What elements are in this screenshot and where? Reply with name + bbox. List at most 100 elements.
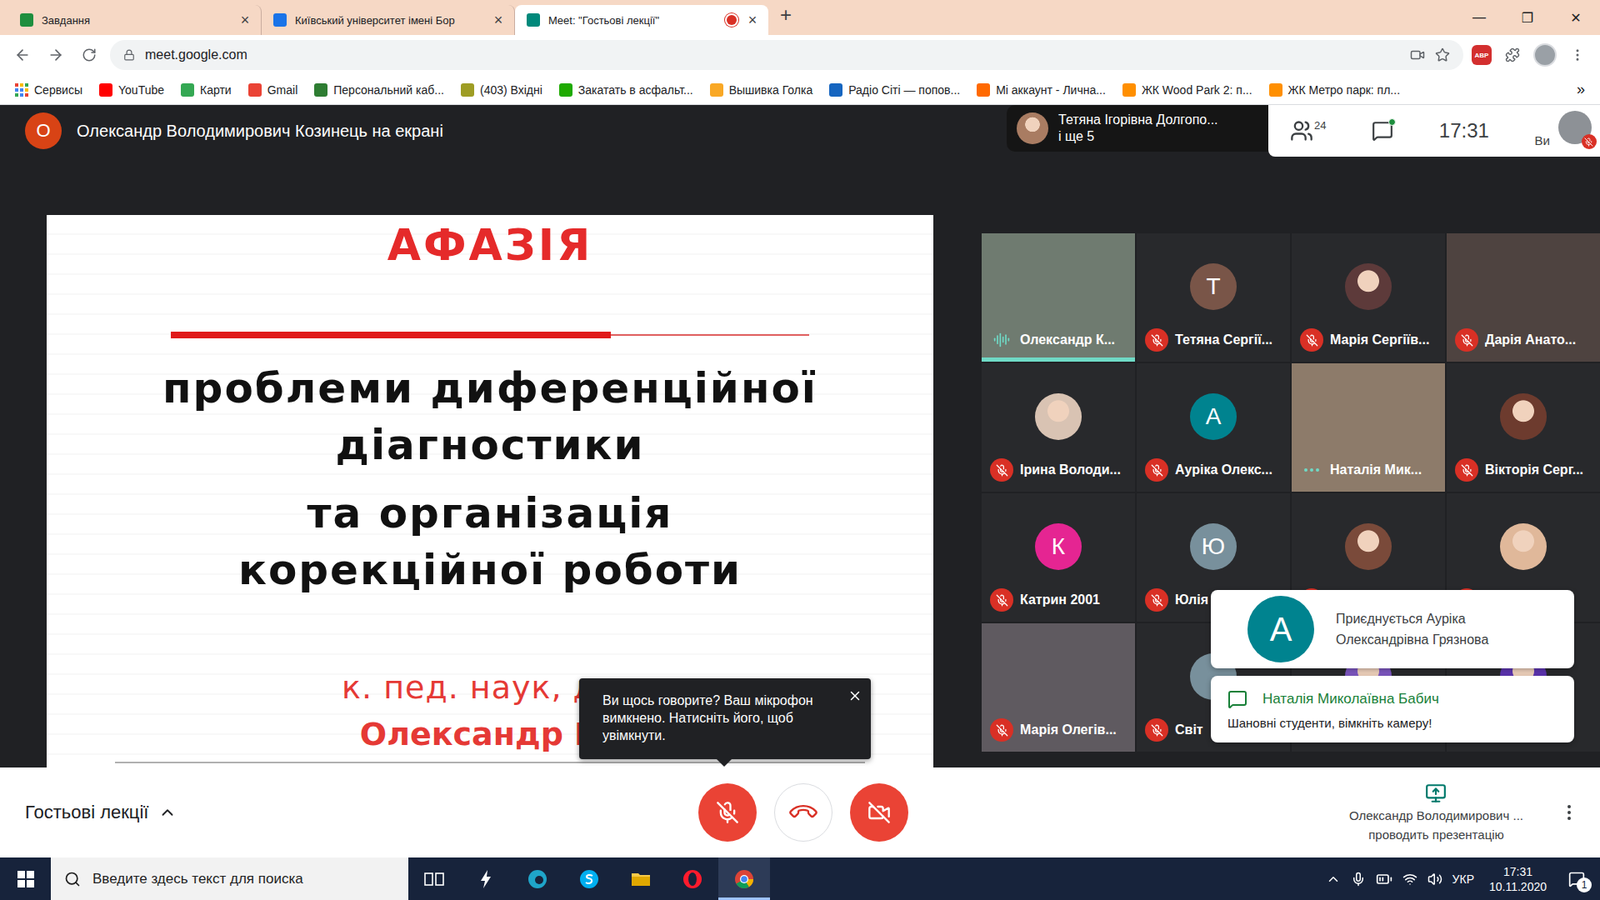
tab-favicon-icon xyxy=(20,13,34,27)
participant-tile[interactable]: Наталія Мик... xyxy=(1291,363,1445,492)
slide-text-group: проблеми диференційноїдіагностики xyxy=(162,360,818,474)
profile-avatar[interactable] xyxy=(1533,43,1557,67)
taskbar-search[interactable]: Введите здесь текст для поиска xyxy=(50,857,409,900)
browser-tab[interactable]: Київський університет імені Бор× xyxy=(261,5,515,35)
mic-button[interactable] xyxy=(698,783,757,842)
puzzle-icon xyxy=(1505,47,1520,63)
window-control-button[interactable]: ✕ xyxy=(1551,0,1600,35)
self-view[interactable]: Ви xyxy=(1535,110,1592,151)
bookmark[interactable]: ЖК Метро парк: пл... xyxy=(1269,83,1400,97)
extensions-button[interactable] xyxy=(1500,42,1525,68)
meeting-name: Гостьові лекції xyxy=(25,801,149,824)
tab-close-button[interactable]: × xyxy=(237,11,253,30)
participant-name: Дарія Анато... xyxy=(1485,332,1576,348)
battery-icon[interactable] xyxy=(1375,870,1393,888)
participant-tile[interactable]: Марія Сергіїв... xyxy=(1291,233,1445,362)
new-tab-button[interactable]: + xyxy=(768,3,804,32)
participant-name: Вікторія Серг... xyxy=(1485,462,1584,478)
tab-close-button[interactable]: × xyxy=(490,11,506,30)
people-icon xyxy=(1290,119,1314,143)
window-control-button[interactable]: ❐ xyxy=(1503,0,1552,35)
bookmark-favicon-icon xyxy=(1269,83,1283,97)
taskbar-app[interactable] xyxy=(408,857,460,900)
people-button[interactable]: 24 xyxy=(1290,119,1326,143)
mic-off-icon xyxy=(715,800,740,825)
participant-tile[interactable]: Дарія Анато... xyxy=(1446,233,1600,362)
input-language[interactable]: УКР xyxy=(1452,872,1475,886)
participant-tile[interactable]: Марія Олегів... xyxy=(981,623,1135,752)
forward-button[interactable] xyxy=(43,42,69,68)
bookmark-favicon-icon xyxy=(99,83,113,97)
participant-tile[interactable]: ККатрин 2001 xyxy=(981,493,1135,622)
muted-badge xyxy=(990,588,1014,612)
action-center-button[interactable]: 1 xyxy=(1561,864,1592,895)
participant-tile[interactable]: Олександр К... xyxy=(981,233,1135,362)
participant-avatar: К xyxy=(1035,523,1082,570)
tooltip-close-button[interactable] xyxy=(847,688,863,704)
bookmark-label: Мі аккаунт - Лична... xyxy=(995,83,1106,97)
bookmark[interactable]: Персональний каб... xyxy=(314,83,445,97)
chat-button[interactable] xyxy=(1371,120,1394,142)
bookmark[interactable]: Карти xyxy=(180,83,232,97)
reload-button[interactable] xyxy=(76,42,102,68)
bookmark[interactable]: Мі аккаунт - Лична... xyxy=(976,83,1106,97)
bookmark[interactable]: Радіо Сіті — попов... xyxy=(829,83,960,97)
browser-menu-button[interactable] xyxy=(1565,42,1590,68)
more-options-button[interactable] xyxy=(1556,800,1582,825)
bookmark-star-icon[interactable] xyxy=(1435,47,1450,63)
chat-notification-head: Наталія Миколаївна Бабич xyxy=(1227,689,1560,710)
adblock-extension-button[interactable]: ABP xyxy=(1471,45,1492,65)
meeting-info-bar: 2417:31Ви xyxy=(1268,105,1600,157)
participant-avatar: Ю xyxy=(1190,523,1237,570)
volume-icon[interactable] xyxy=(1427,871,1443,887)
camera-in-use-icon[interactable] xyxy=(1410,47,1425,63)
participant-grid: Олександр К...ТТетяна Сергії...Марія Сер… xyxy=(981,233,1600,752)
more-bookmarks-button[interactable]: » xyxy=(1576,80,1585,99)
taskbar-app[interactable] xyxy=(563,857,615,900)
bookmark[interactable]: YouTube xyxy=(99,83,165,97)
taskbar-app[interactable] xyxy=(511,857,564,900)
close-icon xyxy=(847,688,863,704)
camera-off-icon xyxy=(867,800,891,825)
window-control-button[interactable]: — xyxy=(1455,0,1504,35)
bookmark[interactable]: Закатать в асфальт... xyxy=(559,83,694,97)
leave-call-button[interactable] xyxy=(774,783,833,842)
bookmark[interactable]: Сервисы xyxy=(15,83,83,97)
tab-close-button[interactable]: × xyxy=(745,11,760,30)
tooltip-text: Ви щось говорите? Ваш мікрофон вимкнено.… xyxy=(602,693,814,743)
address-text: meet.google.com xyxy=(145,47,248,63)
meeting-details-button[interactable]: Гостьові лекції xyxy=(25,801,699,824)
taskbar-app[interactable] xyxy=(460,857,512,900)
start-button[interactable] xyxy=(0,857,51,900)
wifi-icon[interactable] xyxy=(1402,871,1418,887)
participant-tile[interactable]: Ірина Володи... xyxy=(981,363,1135,492)
presenting-info[interactable]: Олександр Володимирович ...проводить пре… xyxy=(1349,782,1524,843)
browser-tab[interactable]: Завдання× xyxy=(8,5,262,35)
bookmark[interactable]: ЖК Wood Park 2: п... xyxy=(1122,83,1253,97)
camera-button[interactable] xyxy=(850,783,909,842)
bookmark-label: Радіо Сіті — попов... xyxy=(848,83,960,97)
search-placeholder: Введите здесь текст для поиска xyxy=(92,870,304,888)
taskbar-app[interactable] xyxy=(666,857,719,900)
browser-tab[interactable]: Meet: "Гостьові лекції"× xyxy=(515,5,769,35)
taskbar-clock[interactable]: 17:3110.11.2020 xyxy=(1484,864,1552,895)
tray-chevron-icon[interactable] xyxy=(1325,871,1341,887)
bookmark[interactable]: Вышивка Голка xyxy=(710,83,814,97)
taskbar-app[interactable] xyxy=(615,857,667,900)
participant-tile[interactable]: ААуріка Олекс... xyxy=(1136,363,1290,492)
notification-count: 1 xyxy=(1576,877,1592,893)
pinned-name: Тетяна Ігорівна Долгопо... xyxy=(1058,111,1219,129)
address-bar[interactable]: meet.google.com xyxy=(110,40,1464,70)
participant-tile[interactable]: ТТетяна Сергії... xyxy=(1136,233,1290,362)
bookmark[interactable]: (403) Вхідні xyxy=(460,83,543,97)
pinned-participants[interactable]: Тетяна Ігорівна Долгопо...і ще 5 xyxy=(1006,105,1269,152)
bookmark-favicon-icon xyxy=(559,83,573,97)
screen: Завдання×Київський університет імені Бор… xyxy=(0,0,1600,900)
taskbar-time: 17:31 xyxy=(1503,864,1533,880)
taskbar-app[interactable] xyxy=(718,857,770,900)
participant-tile[interactable]: Вікторія Серг... xyxy=(1446,363,1600,492)
bookmark[interactable]: Gmail xyxy=(248,83,299,97)
kebab-icon xyxy=(1559,802,1580,823)
back-button[interactable] xyxy=(10,42,35,68)
chat-notification[interactable]: Наталія Миколаївна БабичШановні студенти… xyxy=(1210,675,1575,743)
